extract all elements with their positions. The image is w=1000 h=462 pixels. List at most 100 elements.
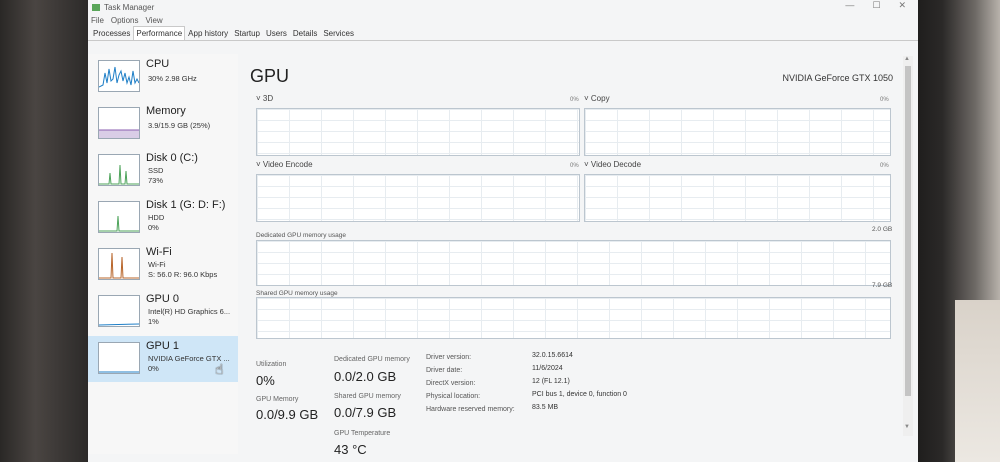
engine-label-3d: 3D	[262, 94, 274, 103]
task-manager-window: Task Manager — ☐ ✕ File Options View Pro…	[88, 0, 918, 462]
stat-gpu-memory-value: 0.0/9.9 GB	[256, 407, 319, 422]
window-controls: — ☐ ✕	[845, 0, 906, 11]
menu-options[interactable]: Options	[111, 16, 139, 25]
info-key-physical-location: Physical location:	[426, 393, 481, 400]
engine-pct-copy: 0%	[880, 97, 889, 103]
engine-pct-video-encode: 0%	[570, 163, 579, 169]
sidebar-detail-memory: 3.9/15.9 GB (25%)	[148, 121, 211, 130]
sidebar-detail-gpu0-usage: 1%	[148, 317, 159, 326]
info-value-physical-location: PCI bus 1, device 0, function 0	[532, 391, 627, 398]
wifi-thumbnail-graph	[98, 248, 140, 280]
sidebar-detail-disk0-type: SSD	[148, 166, 164, 175]
title-bar: Task Manager	[88, 0, 918, 14]
dedicated-memory-label: Dedicated GPU memory usage	[256, 232, 346, 239]
minimize-button[interactable]: —	[845, 0, 854, 11]
graph-video-encode	[256, 174, 580, 222]
info-key-driver-version: Driver version:	[426, 354, 472, 361]
menu-bar: File Options View	[88, 14, 918, 26]
page-title: GPU	[250, 66, 290, 86]
sidebar-item-disk1[interactable]: Disk 1 (G: D: F:) HDD 0%	[88, 195, 238, 241]
chevron-down-icon: ˅	[256, 160, 261, 169]
vertical-scrollbar[interactable]: ▲ ▼	[903, 56, 913, 436]
sidebar-label-disk0: Disk 0 (C:)	[146, 152, 198, 164]
stat-dedicated-value: 0.0/2.0 GB	[334, 369, 397, 384]
info-value-driver-version: 32.0.15.6614	[532, 352, 573, 359]
sidebar-label-gpu1: GPU 1	[146, 340, 180, 352]
sidebar-label-disk1: Disk 1 (G: D: F:)	[146, 199, 226, 211]
sidebar-detail-cpu: 30% 2.98 GHz	[148, 74, 197, 83]
stat-shared-label: Shared GPU memory	[334, 393, 401, 400]
scrollbar-thumb[interactable]	[905, 66, 911, 396]
stat-temperature-value: 43 °C	[334, 442, 367, 457]
stat-gpu-memory-label: GPU Memory	[256, 396, 299, 403]
engine-pct-3d: 0%	[570, 97, 579, 103]
dedicated-memory-max: 2.0 GB	[872, 226, 893, 233]
graph-video-decode	[584, 174, 891, 222]
stat-dedicated-label: Dedicated GPU memory	[334, 356, 410, 363]
engine-selector-copy[interactable]: ˅ Copy	[584, 94, 610, 103]
graph-copy	[584, 108, 891, 156]
sidebar-detail-disk1-type: HDD	[148, 213, 165, 222]
task-manager-icon	[92, 3, 100, 11]
sidebar-item-cpu[interactable]: CPU 30% 2.98 GHz	[88, 54, 238, 100]
disk0-thumbnail-graph	[98, 154, 140, 186]
memory-thumbnail-graph	[98, 107, 140, 139]
engine-pct-video-decode: 0%	[880, 163, 889, 169]
sidebar-label-gpu0: GPU 0	[146, 293, 180, 305]
stat-temperature-label: GPU Temperature	[334, 430, 391, 437]
sidebar-item-gpu0[interactable]: GPU 0 Intel(R) HD Graphics 6... 1%	[88, 289, 238, 335]
tab-startup[interactable]: Startup	[231, 26, 263, 40]
engine-selector-video-decode[interactable]: ˅ Video Decode	[584, 160, 641, 169]
shared-memory-label: Shared GPU memory usage	[256, 290, 338, 297]
info-key-hardware-reserved-memory: Hardware reserved memory:	[426, 406, 515, 413]
gpu-model-name: NVIDIA GeForce GTX 1050	[782, 73, 893, 83]
tab-app-history[interactable]: App history	[185, 26, 231, 40]
tab-services[interactable]: Services	[320, 26, 357, 40]
graph-3d	[256, 108, 580, 156]
mouse-pointer-icon: ☝	[215, 361, 224, 377]
gpu-detail-panel: GPU NVIDIA GeForce GTX 1050 ˅ 3D 0% ˅ Co…	[248, 54, 893, 457]
chevron-down-icon: ˅	[256, 94, 261, 103]
scroll-up-arrow-icon[interactable]: ▲	[904, 56, 910, 62]
sidebar-label-cpu: CPU	[146, 58, 170, 70]
menu-view[interactable]: View	[145, 16, 162, 25]
graph-dedicated-memory	[256, 240, 891, 286]
gpu1-thumbnail-graph	[98, 342, 140, 374]
sidebar-item-memory[interactable]: Memory 3.9/15.9 GB (25%)	[88, 101, 238, 147]
engine-selector-video-encode[interactable]: ˅ Video Encode	[256, 160, 313, 169]
tab-details[interactable]: Details	[290, 26, 320, 40]
menu-file[interactable]: File	[91, 16, 104, 25]
sidebar-item-wifi[interactable]: Wi-Fi Wi-Fi S: 56.0 R: 96.0 Kbps	[88, 242, 238, 288]
chevron-down-icon: ˅	[584, 160, 589, 169]
maximize-button[interactable]: ☐	[872, 0, 880, 11]
window-title: Task Manager	[104, 2, 155, 12]
stat-utilization-label: Utilization	[256, 361, 287, 368]
gpu0-thumbnail-graph	[98, 295, 140, 327]
tab-processes[interactable]: Processes	[90, 26, 133, 40]
info-key-directx-version: DirectX version:	[426, 380, 476, 387]
sidebar-detail-wifi-throughput: S: 56.0 R: 96.0 Kbps	[148, 270, 218, 279]
sidebar-detail-gpu1-usage: 0%	[148, 364, 159, 373]
stat-utilization-value: 0%	[256, 373, 275, 388]
performance-body: CPU 30% 2.98 GHz Memory 3.9/15.9 GB (25%…	[88, 40, 918, 462]
info-value-driver-date: 11/6/2024	[532, 365, 563, 372]
chevron-down-icon: ˅	[584, 94, 589, 103]
stat-shared-value: 0.0/7.9 GB	[334, 405, 397, 420]
monitor-bezel-left	[0, 0, 88, 462]
tab-users[interactable]: Users	[263, 26, 290, 40]
graph-shared-memory	[256, 297, 891, 339]
sidebar-detail-disk1-usage: 0%	[148, 223, 159, 232]
info-value-hardware-reserved-memory: 83.5 MB	[532, 404, 559, 411]
close-button[interactable]: ✕	[898, 0, 906, 11]
scroll-down-arrow-icon[interactable]: ▼	[904, 424, 910, 430]
sidebar-label-memory: Memory	[146, 105, 186, 117]
tab-performance[interactable]: Performance	[133, 26, 186, 40]
info-key-driver-date: Driver date:	[426, 367, 463, 374]
engine-selector-3d[interactable]: ˅ 3D	[256, 94, 273, 103]
engine-label-copy: Copy	[590, 94, 610, 103]
engine-label-video-decode: Video Decode	[590, 160, 642, 169]
sidebar-item-disk0[interactable]: Disk 0 (C:) SSD 73%	[88, 148, 238, 194]
cpu-thumbnail-graph	[98, 60, 140, 92]
sidebar-label-wifi: Wi-Fi	[146, 246, 172, 258]
tab-bar: Processes Performance App history Startu…	[88, 26, 918, 41]
